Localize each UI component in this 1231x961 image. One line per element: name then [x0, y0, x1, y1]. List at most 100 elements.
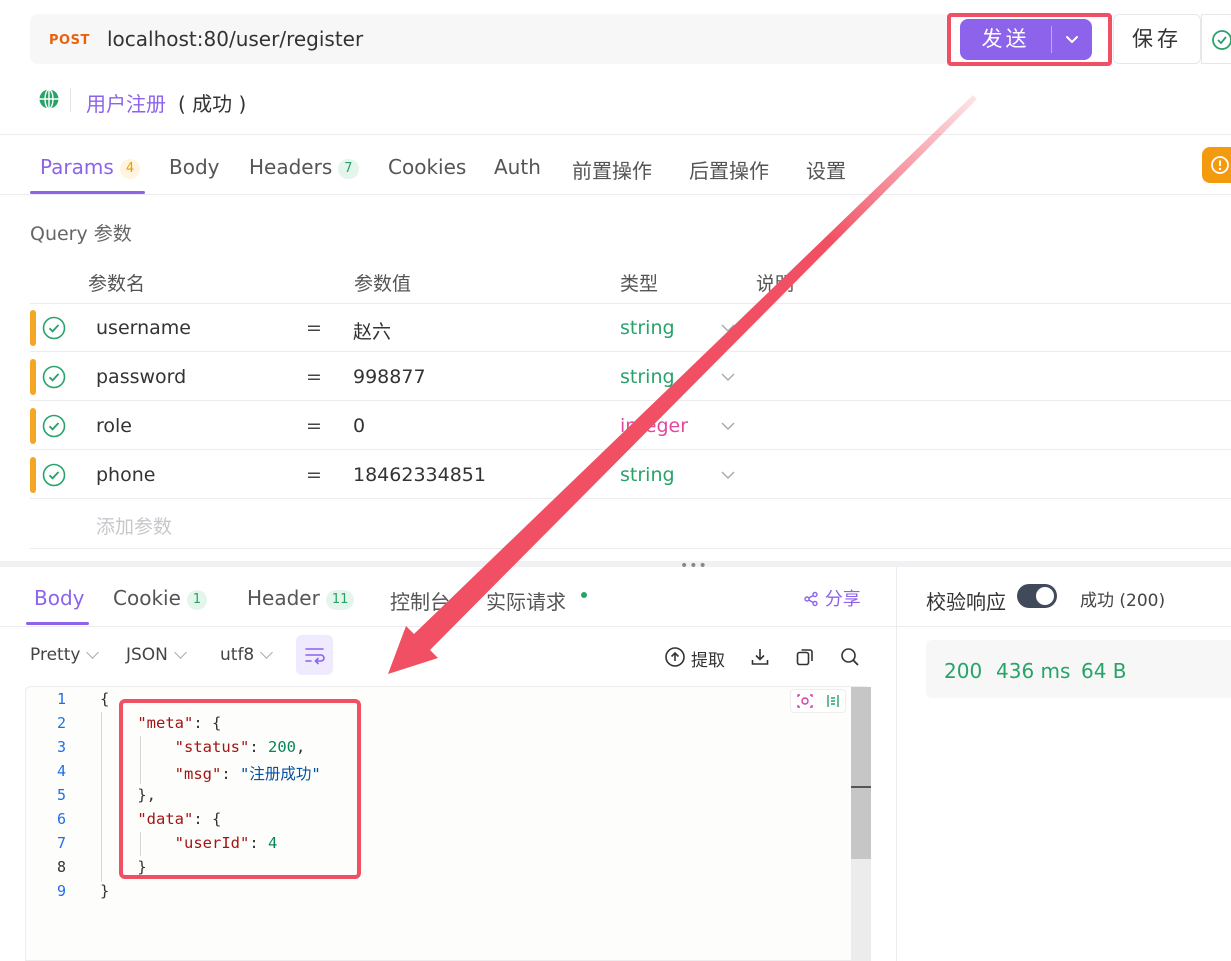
copy-icon[interactable] — [794, 646, 816, 668]
tab-headers[interactable]: Headers 7 — [249, 155, 359, 179]
tab-actual-request[interactable]: 实际请求 — [486, 586, 566, 615]
divider — [0, 194, 1231, 195]
check-circle-icon[interactable] — [42, 414, 66, 438]
param-name[interactable]: role — [96, 415, 132, 437]
search-icon[interactable] — [839, 646, 861, 668]
status-code: 200 — [944, 659, 983, 683]
api-status-text: ( 成功 ) — [178, 92, 247, 116]
param-row: password = 998877 string — [30, 353, 1231, 401]
tab-post-operations[interactable]: 后置操作 — [689, 155, 769, 184]
divider — [897, 626, 1231, 627]
param-type[interactable]: integer — [620, 415, 688, 437]
tab-auth[interactable]: Auth — [494, 155, 541, 179]
line-number: 4 — [56, 762, 66, 780]
word-wrap-button[interactable] — [296, 635, 333, 675]
more-actions-button[interactable] — [1201, 14, 1231, 64]
api-name-link[interactable]: 用户注册 — [86, 88, 166, 117]
tab-params-count: 4 — [119, 159, 141, 179]
param-row-marker — [30, 310, 36, 346]
toggle-knob — [1036, 587, 1054, 605]
divider — [30, 548, 1231, 549]
check-circle-icon[interactable] — [42, 463, 66, 487]
language-value: JSON — [126, 645, 168, 665]
share-button[interactable]: 分享 — [803, 585, 861, 611]
param-value[interactable]: 18462334851 — [353, 464, 486, 486]
scroll-position-marker — [851, 786, 871, 788]
param-value[interactable]: 0 — [353, 415, 365, 437]
drag-handle-icon[interactable]: ••• — [680, 558, 708, 574]
column-header-description: 说明 — [756, 273, 795, 295]
response-size: 64 B — [1081, 659, 1127, 683]
line-number: 8 — [56, 858, 66, 876]
verify-response-label: 校验响应 — [926, 590, 1006, 614]
extract-icon[interactable] — [664, 646, 686, 668]
chevron-down-icon[interactable] — [720, 419, 736, 433]
column-header-name: 参数名 — [88, 273, 146, 295]
tab-response-cookie-label: Cookie — [113, 586, 181, 610]
tab-settings[interactable]: 设置 — [806, 155, 846, 184]
tab-response-cookie[interactable]: Cookie 1 — [113, 586, 208, 610]
chevron-down-icon[interactable] — [720, 321, 736, 335]
line-number: 2 — [56, 714, 66, 732]
alert-icon — [1211, 156, 1229, 174]
column-header-type: 类型 — [620, 273, 659, 295]
tab-headers-count: 7 — [338, 159, 359, 179]
share-icon — [804, 591, 818, 607]
code-tools — [790, 689, 846, 713]
param-type[interactable]: string — [620, 366, 675, 388]
chevron-down-icon[interactable] — [720, 370, 736, 384]
line-number: 9 — [56, 882, 66, 900]
param-row-marker — [30, 408, 36, 444]
scrollbar-thumb[interactable] — [851, 687, 871, 859]
tab-body[interactable]: Body — [169, 155, 220, 179]
panel-splitter[interactable] — [0, 561, 1231, 567]
tab-response-header[interactable]: Header 11 — [247, 586, 355, 610]
param-row: role = 0 integer — [30, 402, 1231, 450]
encoding-value: utf8 — [220, 645, 255, 665]
divider — [0, 626, 896, 627]
language-select[interactable]: JSON — [126, 645, 187, 665]
warning-button[interactable] — [1202, 147, 1231, 183]
send-highlight-box — [947, 13, 1112, 66]
add-param-input[interactable]: 添加参数 — [96, 512, 172, 539]
download-icon[interactable] — [749, 646, 771, 668]
param-name[interactable]: username — [96, 317, 191, 339]
divider — [70, 88, 71, 112]
status-dot — [581, 592, 587, 598]
param-equals: = — [306, 415, 322, 437]
chevron-down-icon — [86, 646, 100, 659]
param-type[interactable]: string — [620, 464, 675, 486]
check-circle-icon[interactable] — [42, 365, 66, 389]
tab-response-body[interactable]: Body — [34, 586, 85, 610]
chevron-down-icon[interactable] — [720, 468, 736, 482]
focus-icon[interactable] — [792, 690, 818, 712]
check-circle-icon — [1212, 30, 1231, 50]
param-name[interactable]: phone — [96, 464, 155, 486]
encoding-select[interactable]: utf8 — [220, 645, 274, 665]
param-type[interactable]: string — [620, 317, 675, 339]
extract-button[interactable]: 提取 — [691, 646, 725, 671]
param-equals: = — [306, 317, 322, 339]
response-highlight-box — [119, 699, 361, 879]
param-name[interactable]: password — [96, 366, 186, 388]
param-value[interactable]: 998877 — [353, 366, 426, 388]
param-value[interactable]: 赵六 — [353, 317, 391, 344]
tab-cookies[interactable]: Cookies — [388, 155, 466, 179]
verify-response-toggle[interactable] — [1017, 584, 1057, 608]
share-label: 分享 — [824, 589, 861, 610]
view-mode-value: Pretty — [30, 645, 81, 665]
tab-headers-label: Headers — [249, 155, 333, 179]
tab-pre-operations[interactable]: 前置操作 — [572, 155, 652, 184]
url-input[interactable]: localhost:80/user/register — [107, 27, 363, 51]
tab-params[interactable]: Params 4 — [40, 155, 141, 179]
tab-response-header-count: 11 — [325, 590, 355, 610]
param-row-marker — [30, 359, 36, 395]
chevron-down-icon — [260, 646, 274, 659]
line-number: 6 — [56, 810, 66, 828]
tab-console[interactable]: 控制台 — [390, 586, 450, 615]
view-mode-select[interactable]: Pretty — [30, 645, 100, 665]
save-button[interactable]: 保存 — [1113, 14, 1201, 64]
http-method-selector[interactable]: POST — [49, 33, 90, 48]
collapse-icon[interactable] — [820, 690, 846, 712]
check-circle-icon[interactable] — [42, 316, 66, 340]
